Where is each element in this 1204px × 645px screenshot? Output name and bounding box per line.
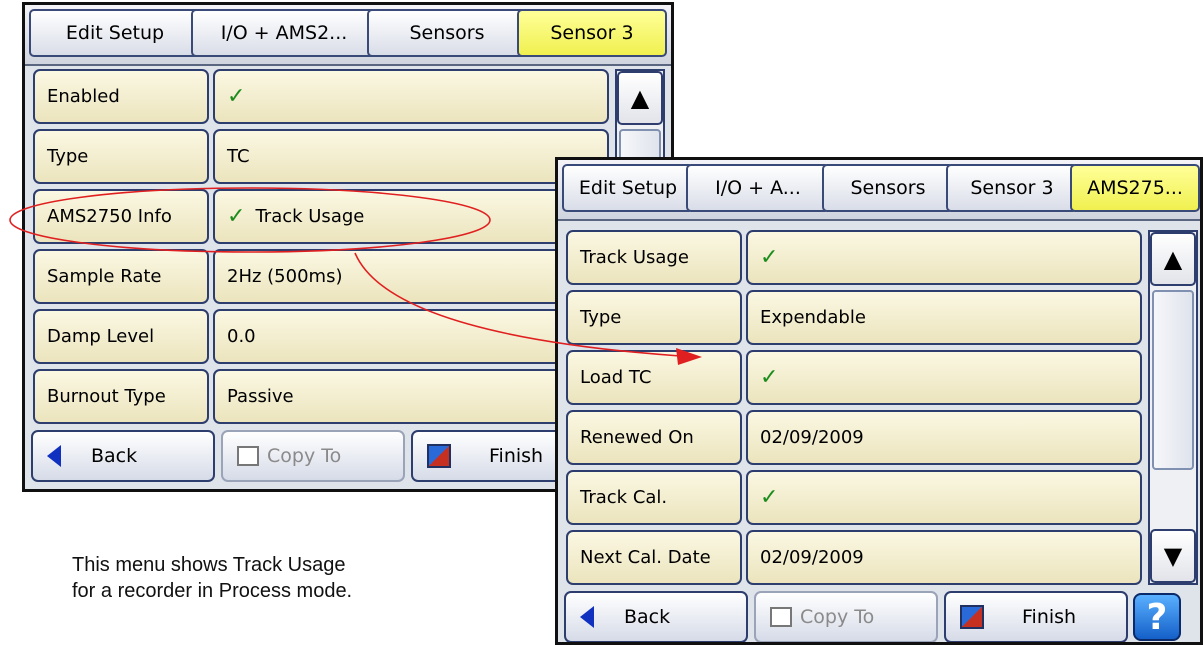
row-value[interactable]: ✓ <box>746 230 1142 285</box>
row-value[interactable]: 02/09/2009 <box>746 410 1142 465</box>
back-arrow-icon <box>580 606 594 628</box>
breadcrumb: Edit Setup I/O + AMS2... Sensors Sensor … <box>25 5 671 66</box>
row-value[interactable]: ✓ <box>746 350 1142 405</box>
crumb-io-ams[interactable]: I/O + A... <box>686 164 830 212</box>
value-text: Passive <box>227 386 294 407</box>
crumb-edit-setup[interactable]: Edit Setup <box>562 164 694 212</box>
row-label: Track Usage <box>566 230 742 285</box>
row-value[interactable]: Passive <box>213 369 609 424</box>
row-label: Type <box>566 290 742 345</box>
row-label: Type <box>33 129 209 184</box>
row-value[interactable]: 0.0 <box>213 309 609 364</box>
value-text: TC <box>227 146 250 167</box>
copy-label: Copy To <box>267 445 342 467</box>
row-label: Enabled <box>33 69 209 124</box>
row-label: Next Cal. Date <box>566 530 742 585</box>
scroll-thumb[interactable] <box>1152 290 1194 470</box>
row-label: Sample Rate <box>33 249 209 304</box>
help-button[interactable]: ? <box>1133 593 1181 641</box>
breadcrumb: Edit Setup I/O + A... Sensors Sensor 3 A… <box>558 160 1200 221</box>
back-label: Back <box>624 606 671 628</box>
value-text: 0.0 <box>227 326 256 347</box>
crumb-io-ams[interactable]: I/O + AMS2... <box>191 9 377 57</box>
caption-line-1: This menu shows Track Usage <box>72 554 346 576</box>
row-value[interactable]: ✓ Track Usage <box>213 189 609 244</box>
check-icon: ✓ <box>760 365 779 390</box>
row-label: Burnout Type <box>33 369 209 424</box>
row-label: Track Cal. <box>566 470 742 525</box>
row-label: Damp Level <box>33 309 209 364</box>
row-label: AMS2750 Info <box>33 189 209 244</box>
back-label: Back <box>91 445 138 467</box>
row-value[interactable]: Expendable <box>746 290 1142 345</box>
crumb-edit-setup[interactable]: Edit Setup <box>29 9 201 57</box>
row-value[interactable]: 2Hz (500ms) <box>213 249 609 304</box>
ams2750-settings-screen: Edit Setup I/O + A... Sensors Sensor 3 A… <box>555 157 1203 645</box>
copy-label: Copy To <box>800 606 875 628</box>
up-arrow-icon: ▲ <box>1163 245 1183 273</box>
back-button[interactable]: Back <box>564 591 748 642</box>
up-arrow-icon: ▲ <box>630 84 650 112</box>
row-value[interactable]: 02/09/2009 <box>746 530 1142 585</box>
check-icon: ✓ <box>760 245 779 270</box>
row-value[interactable]: ✓ <box>746 470 1142 525</box>
scrollbar[interactable]: ▲ ▼ <box>1148 230 1198 585</box>
finish-label: Finish <box>489 445 544 467</box>
copy-to-button[interactable]: Copy To <box>754 591 938 642</box>
check-icon: ✓ <box>760 485 779 510</box>
row-value[interactable]: ✓ <box>213 69 609 124</box>
finish-icon <box>427 444 451 468</box>
value-text: Expendable <box>760 307 866 328</box>
crumb-sensor-3[interactable]: Sensor 3 <box>946 164 1078 212</box>
value-text: 02/09/2009 <box>760 427 864 448</box>
copy-icon <box>770 607 792 627</box>
value-text: 2Hz (500ms) <box>227 266 343 287</box>
crumb-sensor-3[interactable]: Sensor 3 <box>517 9 667 57</box>
crumb-sensors[interactable]: Sensors <box>822 164 954 212</box>
crumb-ams2750[interactable]: AMS275... <box>1070 164 1200 212</box>
crumb-sensors[interactable]: Sensors <box>367 9 527 57</box>
help-icon: ? <box>1146 596 1168 638</box>
value-text: Track Usage <box>255 206 365 227</box>
scroll-up-button[interactable]: ▲ <box>1150 232 1196 286</box>
row-label: Load TC <box>566 350 742 405</box>
down-arrow-icon: ▼ <box>1163 542 1183 570</box>
row-value[interactable]: TC <box>213 129 609 184</box>
back-arrow-icon <box>47 445 61 467</box>
copy-to-button[interactable]: Copy To <box>221 430 405 482</box>
finish-label: Finish <box>1022 606 1077 628</box>
scroll-up-button[interactable]: ▲ <box>617 71 663 125</box>
back-button[interactable]: Back <box>31 430 215 482</box>
copy-icon <box>237 446 259 466</box>
caption: This menu shows Track Usage for a record… <box>72 552 352 604</box>
finish-button[interactable]: Finish <box>944 591 1128 642</box>
check-icon: ✓ <box>227 84 246 109</box>
finish-icon <box>960 605 984 629</box>
row-label: Renewed On <box>566 410 742 465</box>
caption-line-2: for a recorder in Process mode. <box>72 580 353 602</box>
value-text: 02/09/2009 <box>760 547 864 568</box>
check-icon: ✓ <box>227 204 246 229</box>
scroll-down-button[interactable]: ▼ <box>1150 529 1196 583</box>
